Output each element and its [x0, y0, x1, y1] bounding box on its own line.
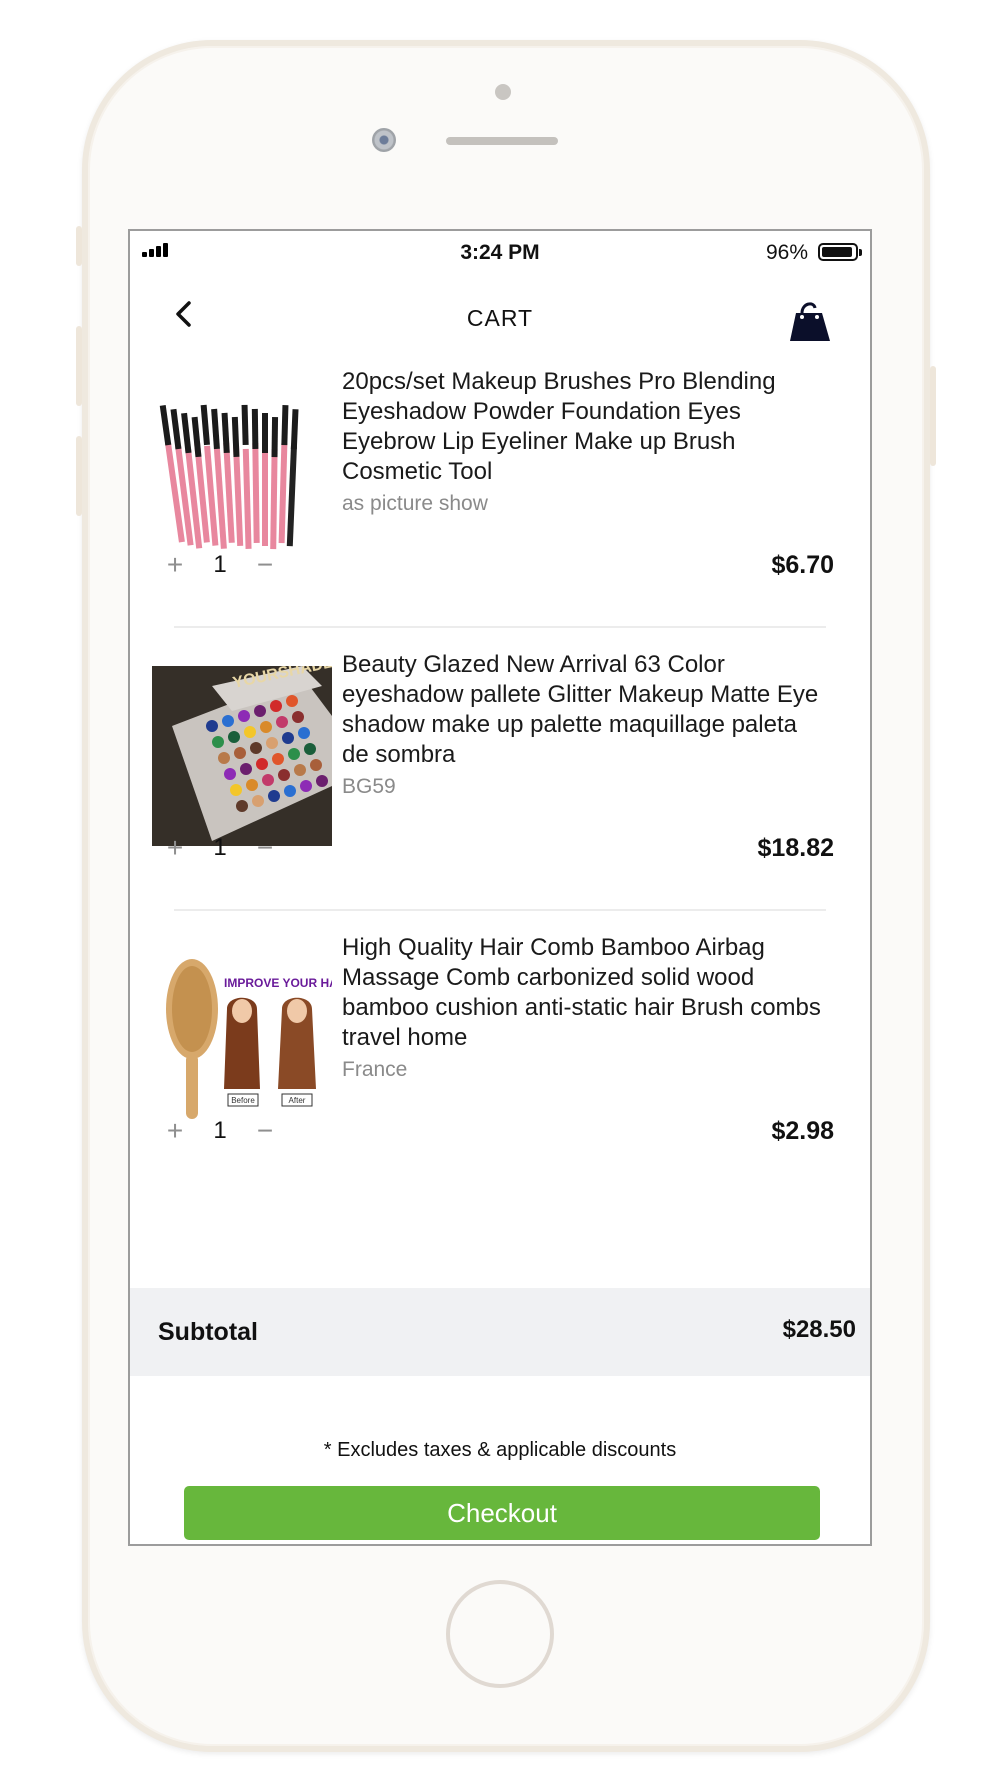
power-button	[930, 366, 936, 466]
page-title: CART	[466, 305, 534, 331]
quantity-stepper: + 1 −	[160, 551, 280, 579]
shopping-bag-icon	[790, 302, 830, 341]
makeup-brushes-image	[152, 383, 332, 563]
earpiece-speaker	[446, 137, 558, 145]
proximity-sensor	[495, 84, 511, 100]
product-image-palette[interactable]: YOURSHADES	[152, 666, 332, 846]
status-bar: 3:24 PM 96%	[130, 231, 870, 275]
subtotal-value: $28.50	[782, 1316, 856, 1343]
tax-note: * Excludes taxes & applicable discounts	[323, 1439, 677, 1461]
quantity-value: 1	[213, 1117, 227, 1144]
decrease-quantity-button[interactable]: −	[250, 551, 280, 579]
product-price: $2.98	[771, 1117, 834, 1145]
svg-text:After: After	[289, 1096, 306, 1105]
product-image-brushes[interactable]	[152, 383, 332, 563]
product-variant: as picture show	[342, 492, 488, 515]
volume-up-button	[76, 326, 82, 406]
mute-switch	[76, 226, 82, 266]
shopping-bag-button[interactable]	[788, 297, 832, 343]
hair-comb-image: IMPROVE YOUR HAIR Before After	[152, 949, 332, 1129]
screen: 3:24 PM 96% CART 20pcs/set Makeup Brushe…	[128, 229, 872, 1546]
quantity-stepper: + 1 −	[160, 834, 280, 862]
quantity-stepper: + 1 −	[160, 1117, 280, 1145]
battery-icon	[818, 243, 862, 261]
decrease-quantity-button[interactable]: −	[250, 1117, 280, 1145]
svg-text:Before: Before	[231, 1096, 255, 1105]
product-price: $6.70	[771, 551, 834, 579]
product-variant: France	[342, 1058, 408, 1081]
increase-quantity-button[interactable]: +	[160, 1117, 190, 1145]
quantity-value: 1	[213, 834, 227, 861]
item-divider	[174, 909, 826, 911]
increase-quantity-button[interactable]: +	[160, 834, 190, 862]
quantity-value: 1	[213, 551, 227, 578]
product-title[interactable]: Beauty Glazed New Arrival 63 Color eyesh…	[342, 650, 830, 770]
nav-bar: CART	[130, 275, 870, 355]
eyeshadow-palette-image: YOURSHADES	[152, 666, 332, 846]
status-time: 3:24 PM	[460, 241, 540, 264]
checkout-button[interactable]: Checkout	[184, 1486, 820, 1540]
product-title[interactable]: High Quality Hair Comb Bamboo Airbag Mas…	[342, 933, 830, 1053]
product-title[interactable]: 20pcs/set Makeup Brushes Pro Blending Ey…	[342, 367, 830, 487]
battery-percentage: 96%	[765, 241, 808, 264]
subtotal-bar: Subtotal $28.50	[130, 1288, 870, 1376]
increase-quantity-button[interactable]: +	[160, 551, 190, 579]
volume-down-button	[76, 436, 82, 516]
product-image-comb[interactable]: IMPROVE YOUR HAIR Before After	[152, 949, 332, 1129]
front-camera-icon	[372, 128, 396, 152]
decrease-quantity-button[interactable]: −	[250, 834, 280, 862]
product-variant: BG59	[342, 775, 396, 798]
svg-text:IMPROVE YOUR HAIR: IMPROVE YOUR HAIR	[224, 976, 332, 990]
subtotal-label: Subtotal	[158, 1318, 258, 1346]
item-divider	[174, 626, 826, 628]
product-price: $18.82	[757, 834, 834, 862]
home-button[interactable]	[446, 1580, 554, 1688]
